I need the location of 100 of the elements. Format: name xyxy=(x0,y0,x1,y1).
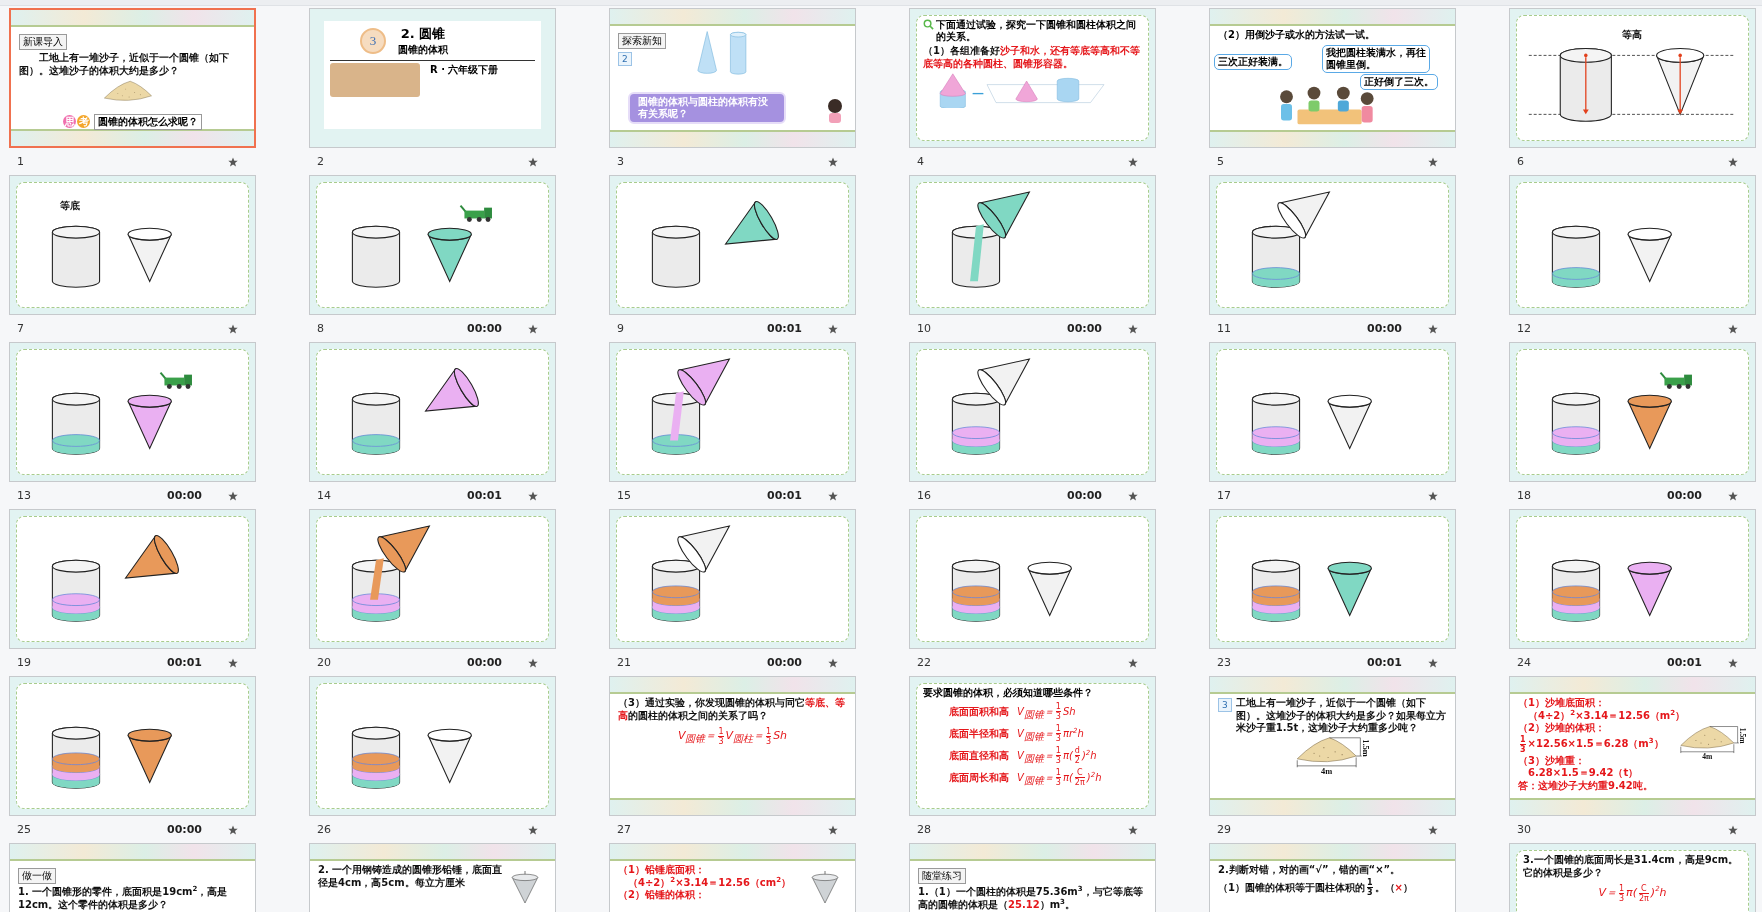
animation-star-icon[interactable] xyxy=(1728,323,1738,334)
animation-star-icon[interactable] xyxy=(528,490,538,501)
animation-star-icon[interactable] xyxy=(1428,156,1438,167)
slide-thumbnail[interactable] xyxy=(1209,175,1456,315)
slide-number: 24 xyxy=(1517,656,1532,669)
slide-thumbnail[interactable] xyxy=(909,175,1156,315)
animation-star-icon[interactable] xyxy=(1428,323,1438,334)
slide-thumbnail[interactable] xyxy=(609,509,856,649)
slide-number: 12 xyxy=(1517,322,1532,335)
speech-bubble: 三次正好装满。 xyxy=(1214,54,1292,70)
animation-star-icon[interactable] xyxy=(1128,824,1138,835)
slide-thumbnail[interactable]: 等底 xyxy=(9,175,256,315)
animation-star-icon[interactable] xyxy=(1428,657,1438,668)
slide-thumbnail[interactable] xyxy=(609,175,856,315)
sand-pile-drawing xyxy=(1296,737,1356,762)
slide-timing: 00:01 xyxy=(767,489,802,502)
cone-weight-drawing xyxy=(809,869,841,905)
animation-star-icon[interactable] xyxy=(828,323,838,334)
animation-star-icon[interactable] xyxy=(1728,824,1738,835)
slide-thumbnail[interactable] xyxy=(309,342,556,482)
animation-star-icon[interactable] xyxy=(1128,323,1138,334)
slide-number: 2 xyxy=(317,155,325,168)
slide-thumbnail[interactable] xyxy=(1509,342,1756,482)
slide-number: 25 xyxy=(17,823,32,836)
animation-star-icon[interactable] xyxy=(228,657,238,668)
slide-thumbnail[interactable]: 随堂练习 1.（1）一个圆柱的体积是75.36m$^{3}$，与它等底等高的圆锥的体积是（25.12）m$^{3}$。 xyxy=(909,843,1156,912)
slide-thumbnail[interactable]: （2）用倒沙子或水的方法试一试。 三次正好装满。 我把圆柱装满水，再往圆锥里倒。 正好倒了三次。 xyxy=(1209,8,1456,148)
slide-timing: 00:00 xyxy=(167,823,202,836)
condition-label: 底面直径和高 xyxy=(949,748,1009,763)
slide-thumbnail[interactable] xyxy=(909,342,1156,482)
animation-star-icon[interactable] xyxy=(228,824,238,835)
slide-timing: 00:00 xyxy=(767,656,802,669)
animation-star-icon[interactable] xyxy=(1128,490,1138,501)
slide-thumbnail[interactable] xyxy=(9,676,256,816)
animation-star-icon[interactable] xyxy=(828,657,838,668)
animation-star-icon[interactable] xyxy=(228,323,238,334)
animation-star-icon[interactable] xyxy=(1728,490,1738,501)
slide-thumbnail[interactable] xyxy=(309,175,556,315)
slide-thumbnail[interactable]: 新课导入 工地上有一堆沙子，近似于一个圆锥（如下图）。这堆沙子的体积大约是多少？ 思 考 圆锥的体积怎么求呢？ xyxy=(9,8,256,148)
slide-caption: 等高 xyxy=(1622,28,1642,40)
slide-number: 10 xyxy=(917,322,932,335)
solution-line: 6.28×1.5＝9.42（t） xyxy=(1527,767,1639,779)
cylinder-drawing xyxy=(351,225,401,288)
animation-star-icon[interactable] xyxy=(1728,156,1738,167)
search-icon xyxy=(923,19,934,30)
slide-number: 4 xyxy=(917,155,925,168)
slide-thumbnail[interactable] xyxy=(9,342,256,482)
slide-timing: 00:00 xyxy=(1067,322,1102,335)
speech-bubble: 正好倒了三次。 xyxy=(1360,74,1438,90)
slide-thumbnail[interactable] xyxy=(9,509,256,649)
slide-thumbnail[interactable] xyxy=(1509,175,1756,315)
question-text: 1. 一个圆锥形的零件，底面积是19cm$^{2}$，高是12cm。这个零件的体积是多少？ xyxy=(18,886,229,912)
slide-timing: 00:00 xyxy=(167,489,202,502)
slide-thumbnail[interactable]: 3 2. 圆锥 圆锥的体积 R · 六年级下册 xyxy=(309,8,556,148)
slide-timing: 00:01 xyxy=(1367,656,1402,669)
animation-star-icon[interactable] xyxy=(828,824,838,835)
slide-number: 5 xyxy=(1217,155,1225,168)
question-label: 圆锥的体积怎么求呢？ xyxy=(94,113,202,130)
slide-timing: 00:00 xyxy=(467,322,502,335)
slide-thumbnail[interactable]: 探索新知 2 圆锥的体积与圆柱的体积有没有关系呢？ xyxy=(609,8,856,148)
solution-line: （4÷2）$^{2}$×3.14＝12.56（cm$^{2}$） xyxy=(627,876,792,889)
slide-number: 11 xyxy=(1217,322,1232,335)
animation-star-icon[interactable] xyxy=(528,657,538,668)
think-label: 考 xyxy=(77,115,90,129)
animation-star-icon[interactable] xyxy=(528,824,538,835)
cone-weight-drawing xyxy=(509,869,541,905)
slide-thumbnail[interactable]: 做一做 1. 一个圆锥形的零件，底面积是19cm$^{2}$，高是12cm。这个零件的体积是多少？ xyxy=(9,843,256,912)
animation-star-icon[interactable] xyxy=(528,156,538,167)
speech-bubble: 圆锥的体积与圆柱的体积有没有关系呢？ xyxy=(628,92,786,124)
animation-star-icon[interactable] xyxy=(828,156,838,167)
heading-text: 下面通过试验，探究一下圆锥和圆柱体积之间的关系。 xyxy=(936,19,1137,43)
animation-star-icon[interactable] xyxy=(228,156,238,167)
question-text: 2. 一个用钢铸造成的圆锥形铅锤，底面直径是4cm，高5cm。每立方厘米 xyxy=(318,864,504,889)
slide-thumbnail[interactable] xyxy=(309,676,556,816)
question-text: （3）通过实验，你发现圆锥的体积与同它等底、等高的圆柱的体积之间的关系了吗？ xyxy=(618,697,846,722)
slide-thumbnail[interactable]: 下面通过试验，探究一下圆锥和圆柱体积之间的关系。 （1）各组准备好沙子和水，还有等底等高和不等底等高的各种圆柱、圆锥形容器。 xyxy=(909,8,1156,148)
slide-number: 7 xyxy=(17,322,25,335)
animation-star-icon[interactable] xyxy=(1428,490,1438,501)
slide-thumbnail[interactable] xyxy=(1209,342,1456,482)
slide-thumbnail[interactable] xyxy=(609,342,856,482)
solution-line: （3）沙堆重： xyxy=(1518,754,1585,767)
animation-star-icon[interactable] xyxy=(528,323,538,334)
slide-thumbnail[interactable]: 等高 xyxy=(1509,8,1756,148)
animation-star-icon[interactable] xyxy=(828,490,838,501)
slide-number: 3 xyxy=(617,155,625,168)
solution-line: （1）沙堆底面积： xyxy=(1518,697,1605,709)
height-arrow xyxy=(1677,53,1684,115)
slide-thumbnail[interactable] xyxy=(909,509,1156,649)
animation-star-icon[interactable] xyxy=(1128,156,1138,167)
animation-star-icon[interactable] xyxy=(1128,657,1138,668)
animation-star-icon[interactable] xyxy=(1428,824,1438,835)
slide-number: 16 xyxy=(917,489,932,502)
slide-thumbnail[interactable]: 2. 一个用钢铸造成的圆锥形铅锤，底面直径是4cm，高5cm。每立方厘米 xyxy=(309,843,556,912)
slide-thumbnail[interactable]: （1）铅锤底面积： （4÷2）$^{2}$×3.14＝12.56（cm$^{2}$） （2）铅锤的体积： xyxy=(609,843,856,912)
slide-thumbnail[interactable] xyxy=(1209,509,1456,649)
animation-star-icon[interactable] xyxy=(1728,657,1738,668)
animation-star-icon[interactable] xyxy=(228,490,238,501)
slide-thumbnail[interactable] xyxy=(309,509,556,649)
think-label: 思 xyxy=(63,115,76,129)
slide-thumbnail[interactable] xyxy=(1509,509,1756,649)
